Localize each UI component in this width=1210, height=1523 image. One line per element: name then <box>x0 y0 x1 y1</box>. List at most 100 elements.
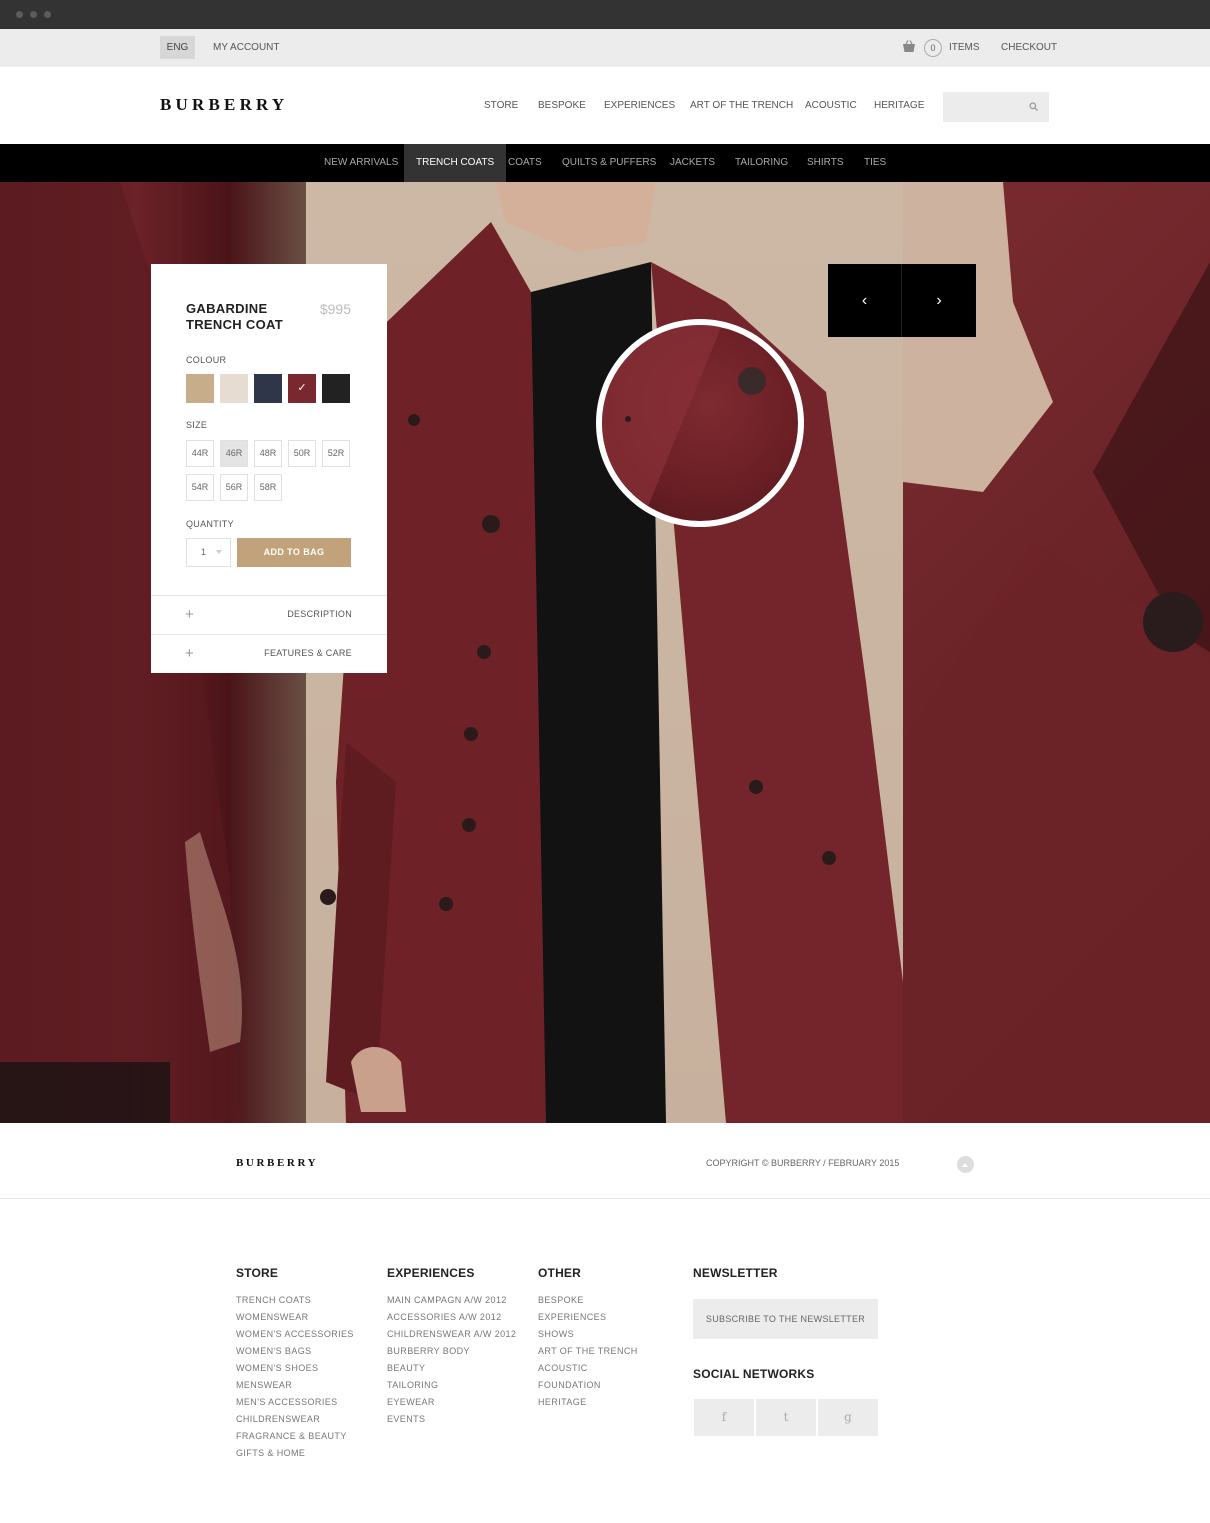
category-trench-coats[interactable]: TRENCH COATS <box>404 144 507 182</box>
footer-social-title: SOCIAL NETWORKS <box>693 1367 815 1381</box>
zoom-lens[interactable] <box>596 319 804 527</box>
footer-link-womens-bags[interactable]: WOMEN'S BAGS <box>236 1346 312 1356</box>
footer-link-childrenswear-aw[interactable]: CHILDRENSWEAR A/W 2012 <box>387 1329 516 1339</box>
footer-link-burberry-body[interactable]: BURBERRY BODY <box>387 1346 470 1356</box>
footer-link-womens-shoes[interactable]: WOMEN'S SHOES <box>236 1363 318 1373</box>
footer-link-bespoke[interactable]: BESPOKE <box>538 1295 584 1305</box>
category-ties[interactable]: TIES <box>864 144 886 182</box>
cart-count-badge[interactable]: 0 <box>924 39 942 57</box>
window-maximize-dot[interactable] <box>44 11 51 18</box>
colour-swatch-tan[interactable] <box>186 374 214 403</box>
size-option-52r[interactable]: 52R <box>322 440 350 467</box>
quantity-value: 1 <box>201 547 207 557</box>
footer-link-mens-accessories[interactable]: MEN'S ACCESSORIES <box>236 1397 338 1407</box>
window-close-dot[interactable] <box>16 11 23 18</box>
twitter-icon[interactable]: t <box>756 1399 816 1436</box>
my-account-link[interactable]: MY ACCOUNT <box>213 36 280 59</box>
footer-link-experiences[interactable]: EXPERIENCES <box>538 1312 606 1322</box>
category-new-arrivals[interactable]: NEW ARRIVALS <box>324 144 398 182</box>
size-option-46r[interactable]: 46R <box>220 440 248 467</box>
size-option-54r[interactable]: 54R <box>186 474 214 501</box>
product-title-line1: GABARDINE <box>186 301 268 316</box>
footer-newsletter-title: NEWSLETTER <box>693 1266 778 1280</box>
plus-icon: + <box>185 645 194 662</box>
nav-acoustic[interactable]: ACOUSTIC <box>805 100 857 111</box>
colour-swatch-stone[interactable] <box>220 374 248 403</box>
checkmark-icon: ✓ <box>297 382 307 394</box>
chevron-down-icon <box>216 550 222 554</box>
size-option-50r[interactable]: 50R <box>288 440 316 467</box>
size-option-58r[interactable]: 58R <box>254 474 282 501</box>
window-minimize-dot[interactable] <box>30 11 37 18</box>
footer-link-foundation[interactable]: FOUNDATION <box>538 1380 601 1390</box>
scroll-to-top-icon[interactable] <box>957 1156 974 1173</box>
chevron-right-icon: › <box>936 292 942 309</box>
category-jackets[interactable]: JACKETS <box>670 144 715 182</box>
window-titlebar <box>0 0 1210 29</box>
google-plus-icon[interactable]: g <box>818 1399 878 1436</box>
cart-items-link[interactable]: ITEMS <box>949 36 980 59</box>
plus-icon: + <box>185 606 194 623</box>
colour-swatch-black[interactable] <box>322 374 350 403</box>
language-selector[interactable]: ENG <box>160 36 195 59</box>
description-label: DESCRIPTION <box>287 609 352 619</box>
category-coats[interactable]: COATS <box>508 144 542 182</box>
features-care-accordion[interactable]: + FEATURES & CARE <box>151 634 387 673</box>
category-quilts-puffers[interactable]: QUILTS & PUFFERS <box>562 144 656 182</box>
footer-bar: BURBERRY COPYRIGHT © BURBERRY / FEBRUARY… <box>0 1123 1210 1199</box>
nav-heritage[interactable]: HERITAGE <box>874 100 924 111</box>
size-option-44r[interactable]: 44R <box>186 440 214 467</box>
brand-logo[interactable]: BURBERRY <box>160 95 288 115</box>
footer-link-gifts-home[interactable]: GIFTS & HOME <box>236 1448 305 1458</box>
footer-link-accessories-aw[interactable]: ACCESSORIES A/W 2012 <box>387 1312 502 1322</box>
zoom-detail-illustration <box>602 325 766 521</box>
slider-prev-button[interactable]: ‹ <box>828 264 902 337</box>
footer-store-title: STORE <box>236 1266 279 1280</box>
size-option-56r[interactable]: 56R <box>220 474 248 501</box>
footer-link-art-of-the-trench[interactable]: ART OF THE TRENCH <box>538 1346 638 1356</box>
model-illustration <box>320 182 903 1123</box>
footer-link-womens-accessories[interactable]: WOMEN'S ACCESSORIES <box>236 1329 354 1339</box>
colour-swatch-claret[interactable]: ✓ <box>288 374 316 403</box>
features-care-label: FEATURES & CARE <box>264 648 352 658</box>
footer-link-main-campaign[interactable]: MAIN CAMPAGN A/W 2012 <box>387 1295 507 1305</box>
nav-bespoke[interactable]: BESPOKE <box>538 100 586 111</box>
size-option-48r[interactable]: 48R <box>254 440 282 467</box>
category-tailoring[interactable]: TAILORING <box>735 144 788 182</box>
nav-store[interactable]: STORE <box>484 100 518 111</box>
footer-link-fragrance-beauty[interactable]: FRAGRANCE & BEAUTY <box>236 1431 347 1441</box>
search-input[interactable] <box>943 92 1049 122</box>
footer-other-title: OTHER <box>538 1266 581 1280</box>
quantity-label: QUANTITY <box>186 519 234 529</box>
footer-link-shows[interactable]: SHOWS <box>538 1329 574 1339</box>
subscribe-newsletter-button[interactable]: SUBSCRIBE TO THE NEWSLETTER <box>693 1299 878 1339</box>
footer-link-acoustic[interactable]: ACOUSTIC <box>538 1363 588 1373</box>
basket-icon[interactable] <box>902 40 916 53</box>
description-accordion[interactable]: + DESCRIPTION <box>151 595 387 634</box>
product-price: $995 <box>319 301 351 317</box>
footer-link-heritage[interactable]: HERITAGE <box>538 1397 587 1407</box>
footer-experiences-title: EXPERIENCES <box>387 1266 475 1280</box>
footer-link-tailoring[interactable]: TAILORING <box>387 1380 438 1390</box>
colour-swatch-navy[interactable] <box>254 374 282 403</box>
facebook-icon[interactable]: f <box>694 1399 754 1436</box>
footer-link-eyewear[interactable]: EYEWEAR <box>387 1397 435 1407</box>
category-shirts[interactable]: SHIRTS <box>807 144 844 182</box>
footer-link-events[interactable]: EVENTS <box>387 1414 425 1424</box>
chevron-left-icon: ‹ <box>861 292 868 309</box>
product-title: GABARDINE TRENCH COAT <box>186 301 306 333</box>
copyright-text: COPYRIGHT © BURBERRY / FEBRUARY 2015 <box>706 1158 900 1168</box>
nav-art-of-the-trench[interactable]: ART OF THE TRENCH <box>690 100 793 111</box>
slider-next-button[interactable]: › <box>902 264 976 337</box>
footer-link-beauty[interactable]: BEAUTY <box>387 1363 425 1373</box>
search-icon[interactable] <box>1029 102 1038 111</box>
footer-link-trench-coats[interactable]: TRENCH COATS <box>236 1295 311 1305</box>
footer-logo[interactable]: BURBERRY <box>236 1157 318 1169</box>
footer-link-childrenswear[interactable]: CHILDRENSWEAR <box>236 1414 320 1424</box>
nav-experiences[interactable]: EXPERIENCES <box>604 100 675 111</box>
checkout-link[interactable]: CHECKOUT <box>1001 36 1057 59</box>
footer-link-menswear[interactable]: MENSWEAR <box>236 1380 292 1390</box>
footer-link-womenswear[interactable]: WOMENSWEAR <box>236 1312 309 1322</box>
add-to-bag-button[interactable]: ADD TO BAG <box>237 538 351 567</box>
quantity-select[interactable]: 1 <box>186 538 231 567</box>
